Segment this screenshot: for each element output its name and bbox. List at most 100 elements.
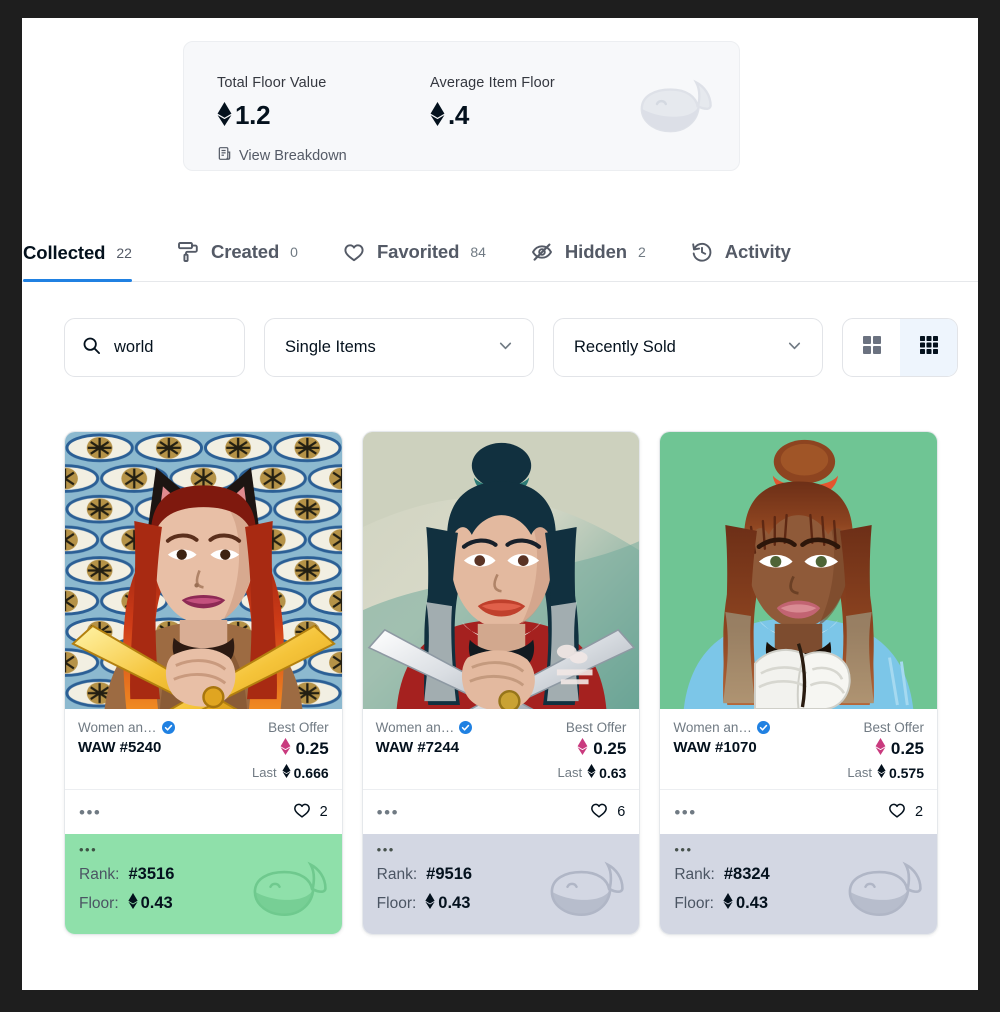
collection-name-label: Women an… (375, 720, 455, 735)
eth-icon (587, 764, 596, 781)
whale-logo-icon (845, 854, 927, 924)
tab-activity-label: Activity (724, 241, 791, 262)
favorite-control[interactable]: 2 (292, 800, 328, 825)
whale-logo-icon (637, 72, 717, 144)
browser-viewport: Total Floor Value 1.2 Average Item Floor (22, 18, 978, 990)
whale-glyph (848, 861, 922, 916)
favorite-count: 6 (617, 804, 626, 820)
ethereum-diamond-icon (723, 893, 733, 909)
last-price: 0.575 (877, 764, 924, 781)
favorite-control[interactable]: 6 (589, 800, 625, 825)
nft-grid: Women an… Best Offer WAW #5240 0.25 Last… (64, 431, 939, 935)
verified-badge-icon (161, 721, 175, 734)
best-offer-price: 0.25 (847, 738, 924, 760)
ethereum-diamond-icon (425, 893, 435, 909)
artwork-teal-blackhair-daggers (362, 432, 640, 709)
whale-logo-icon (250, 854, 332, 924)
nft-card-info: Women an… Best Offer WAW #7244 0.25 Last… (363, 709, 640, 789)
ethereum-diamond-icon (875, 738, 886, 755)
collection-name-label: Women an… (78, 720, 157, 735)
tab-created[interactable]: Created 0 (176, 240, 298, 281)
item-type-select[interactable]: Single Items (264, 318, 534, 377)
view-breakdown-label: View Breakdown (239, 147, 347, 164)
last-price-amount: 0.63 (599, 764, 627, 781)
last-sale: Last 0.666 (252, 764, 329, 781)
ethereum-diamond-icon (217, 101, 232, 126)
ethereum-diamond-icon (587, 764, 596, 778)
favorite-count: 2 (319, 804, 328, 820)
floor-label: Floor: (674, 894, 714, 912)
verified-check (161, 721, 175, 734)
tab-hidden[interactable]: Hidden 2 (530, 240, 646, 281)
artwork-orange-cat-ears-swords (65, 432, 342, 709)
best-offer-label: Best Offer (268, 720, 329, 735)
tab-hidden-label: Hidden (564, 241, 627, 262)
eth-icon (217, 101, 232, 130)
eth-icon (280, 738, 291, 760)
tab-collected-count: 22 (116, 245, 132, 261)
more-options-button[interactable]: ••• (79, 804, 101, 821)
nft-card[interactable]: Women an… Best Offer WAW #5240 0.25 Last… (64, 431, 343, 935)
nft-card-info: Women an… Best Offer WAW #1070 0.25 Last… (660, 709, 937, 789)
more-options-button[interactable]: ••• (674, 804, 696, 821)
stat-average-floor-number: .4 (448, 100, 470, 130)
profile-page: Total Floor Value 1.2 Average Item Floor (22, 18, 978, 990)
grid-3x3-icon (918, 334, 940, 361)
item-name: WAW #5240 (78, 739, 162, 756)
collection-name[interactable]: Women an… (78, 720, 175, 735)
eth-icon (430, 101, 445, 130)
stat-total-floor-amount: 1.2 (217, 100, 326, 131)
favorite-control[interactable]: 2 (887, 800, 923, 825)
report-icon (217, 146, 232, 165)
heart-icon[interactable] (887, 800, 907, 825)
heart-icon[interactable] (292, 800, 312, 825)
best-offer-price: 0.25 (558, 738, 626, 760)
heart-icon[interactable] (589, 800, 609, 825)
last-label: Last (847, 765, 872, 780)
last-sale: Last 0.63 (558, 764, 627, 781)
nft-artwork[interactable] (660, 432, 938, 709)
floor-value: 0.43 (735, 894, 769, 912)
more-options-button[interactable]: ••• (377, 804, 399, 821)
floor-value-wrap: 0.43 (723, 893, 768, 914)
sort-by-select[interactable]: Recently Sold (553, 318, 823, 377)
tab-collected[interactable]: Collected 22 (23, 242, 132, 282)
eth-icon (875, 738, 886, 760)
last-price: 0.666 (282, 764, 329, 781)
rank-value: #8324 (723, 865, 770, 883)
artwork-green-bun-wrapped-hands (660, 432, 938, 709)
nft-card[interactable]: Women an… Best Offer WAW #1070 0.25 Last… (659, 431, 939, 935)
best-offer-label: Best Offer (565, 720, 627, 735)
collection-name[interactable]: Women an… (673, 720, 770, 735)
collection-name[interactable]: Women an… (376, 720, 473, 735)
last-sale: Last 0.575 (847, 764, 924, 781)
tab-created-label: Created (210, 241, 280, 262)
tab-activity[interactable]: Activity (690, 240, 791, 281)
tab-favorited[interactable]: Favorited 84 (342, 240, 486, 281)
whale-glyph (550, 861, 625, 916)
floor-label: Floor: (79, 894, 119, 912)
ethereum-diamond-icon (430, 101, 445, 126)
search-input[interactable] (114, 338, 224, 357)
nft-artwork[interactable] (362, 432, 640, 709)
eth-icon (425, 893, 435, 914)
stat-total-floor-label: Total Floor Value (217, 75, 327, 91)
collection-name-label: Women an… (673, 720, 752, 735)
view-mode-large-button[interactable] (843, 319, 900, 376)
grid-2x2-icon (861, 334, 883, 361)
rank-value: #9516 (426, 865, 473, 883)
stat-average-floor-amount: .4 (430, 100, 555, 131)
view-mode-small-button[interactable] (900, 319, 957, 376)
whale-glyph (640, 79, 712, 133)
item-type-value: Single Items (285, 338, 376, 356)
rank-value: #3516 (128, 865, 175, 883)
nft-card[interactable]: Women an… Best Offer WAW #7244 0.25 Last… (361, 431, 641, 935)
item-name: WAW #1070 (673, 739, 757, 756)
view-breakdown-link[interactable]: View Breakdown (217, 146, 347, 165)
search-field[interactable] (64, 318, 245, 377)
stat-total-floor-number: 1.2 (235, 100, 271, 130)
eth-icon (128, 893, 138, 914)
nft-artwork[interactable] (65, 432, 342, 709)
profile-tabs: Collected 22 Created 0 Favorited 84 Hidd… (22, 220, 978, 282)
nft-card-actions: ••• 6 (362, 789, 640, 834)
